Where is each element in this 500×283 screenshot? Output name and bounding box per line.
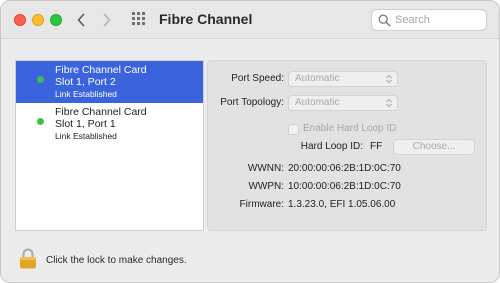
list-item-title: Fibre Channel Card xyxy=(55,64,147,76)
status-dot-icon xyxy=(37,118,44,125)
lock-message: Click the lock to make changes. xyxy=(46,255,187,266)
search-field[interactable] xyxy=(371,9,487,31)
choose-button[interactable]: Choose... xyxy=(393,139,475,155)
wwpn-label: WWPN: xyxy=(248,181,284,192)
port-speed-label: Port Speed: xyxy=(231,73,284,84)
lock-icon[interactable] xyxy=(19,248,37,269)
settings-panel: Port Speed: Automatic Port Topology: Aut… xyxy=(207,60,487,231)
port-topology-label: Port Topology: xyxy=(220,97,284,108)
chevron-right-icon xyxy=(103,13,111,27)
show-all-grid-icon[interactable] xyxy=(132,12,148,28)
close-button[interactable] xyxy=(14,14,26,26)
zoom-button[interactable] xyxy=(50,14,62,26)
enable-hard-loop-label: Enable Hard Loop ID xyxy=(303,123,397,134)
updown-chevron-icon xyxy=(386,98,392,108)
port-topology-select[interactable]: Automatic xyxy=(288,95,398,111)
chevron-left-icon xyxy=(77,13,85,27)
wwnn-label: WWNN: xyxy=(247,163,284,174)
list-item-slot: Slot 1, Port 1 xyxy=(55,118,116,130)
list-item-slot: Slot 1, Port 2 xyxy=(55,76,116,88)
updown-chevron-icon xyxy=(386,74,392,84)
port-list: Fibre Channel Card Slot 1, Port 2 Link E… xyxy=(15,60,204,231)
back-button[interactable] xyxy=(71,9,91,31)
window-title: Fibre Channel xyxy=(159,11,253,27)
minimize-button[interactable] xyxy=(32,14,44,26)
list-item-status: Link Established xyxy=(55,89,117,99)
search-input[interactable] xyxy=(395,12,483,28)
list-item-status: Link Established xyxy=(55,131,117,141)
enable-hard-loop-checkbox[interactable] xyxy=(288,124,299,135)
status-dot-icon xyxy=(37,76,44,83)
list-item-title: Fibre Channel Card xyxy=(55,106,147,118)
search-icon xyxy=(378,14,391,27)
firmware-label: Firmware: xyxy=(239,199,284,210)
forward-button[interactable] xyxy=(97,9,117,31)
port-speed-value: Automatic xyxy=(295,73,340,84)
port-speed-select[interactable]: Automatic xyxy=(288,71,398,87)
hard-loop-id-label: Hard Loop ID: xyxy=(300,141,363,152)
port-topology-value: Automatic xyxy=(295,97,340,108)
title-bar: Fibre Channel xyxy=(1,1,499,39)
list-item-port-2[interactable]: Fibre Channel Card Slot 1, Port 2 Link E… xyxy=(16,61,203,103)
hard-loop-id-value: FF xyxy=(370,141,383,152)
system-preferences-window: Fibre Channel Fibre Channel Card Slot 1,… xyxy=(0,0,500,283)
firmware-value: 1.3.23.0, EFI 1.05.06.00 xyxy=(288,199,396,210)
wwpn-value: 10:00:00:06:2B:1D:0C:70 xyxy=(288,181,401,192)
list-item-port-1[interactable]: Fibre Channel Card Slot 1, Port 1 Link E… xyxy=(16,103,203,145)
wwnn-value: 20:00:00:06:2B:1D:0C:70 xyxy=(288,163,401,174)
